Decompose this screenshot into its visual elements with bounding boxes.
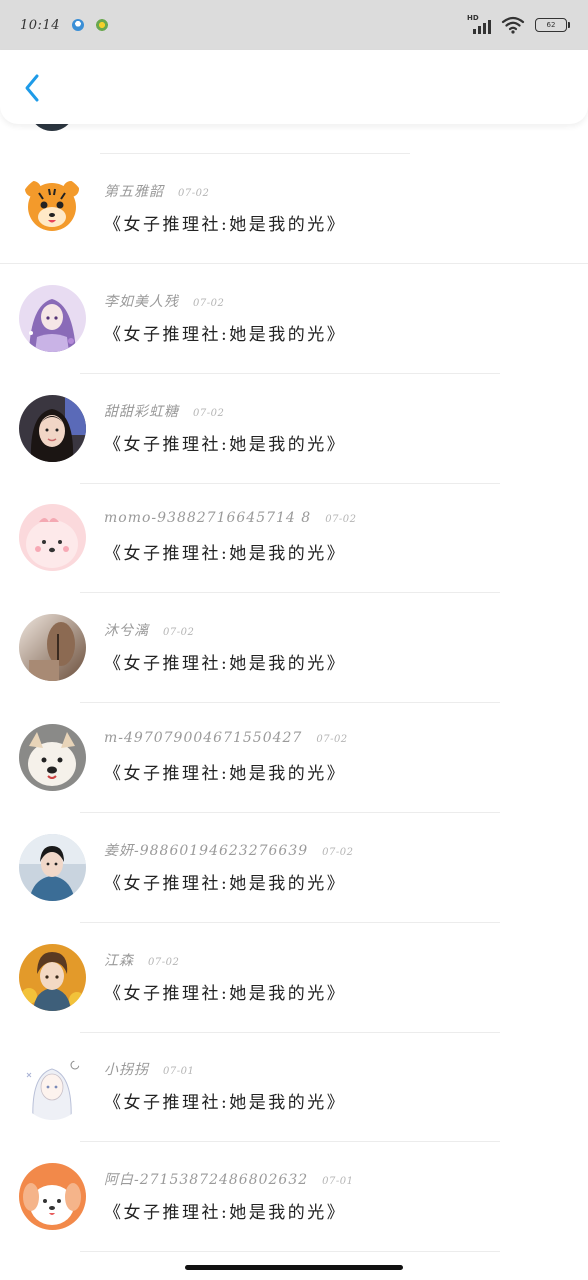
user-name-text[interactable]: 甜甜彩虹糖 [104,404,179,420]
user-name[interactable]: m-497079004671550427 07-02 [104,730,348,746]
avatar[interactable] [19,175,86,242]
date-label: 07-02 [316,734,348,745]
user-name[interactable]: 阿白-27153872486802632 07-01 [104,1169,353,1189]
user-name-text[interactable]: 阿白-27153872486802632 [104,1172,308,1188]
user-name-text[interactable]: 第五雅韶 [104,184,164,200]
user-name[interactable]: momo-93882716645714 8 07-02 [104,510,357,526]
book-title: 《女子推理社:她是我的光》 [104,215,347,235]
avatar[interactable] [19,504,86,571]
user-name[interactable]: 江森 07-02 [104,950,179,970]
book-title: 《女子推理社:她是我的光》 [104,764,347,784]
avatar[interactable] [19,614,86,681]
book-title: 《女子推理社:她是我的光》 [104,325,347,345]
list-item[interactable]: 李如美人残 07-02 《女子推理社:她是我的光》 [0,265,588,375]
user-name-text[interactable]: m-497079004671550427 [104,730,302,746]
user-name[interactable]: 李如美人残 07-02 [104,291,224,311]
date-label: 07-02 [163,627,195,638]
user-name-text[interactable]: momo-93882716645714 8 [104,510,311,526]
list-item[interactable]: 小拐拐 07-01 《女子推理社:她是我的光》 [0,1033,588,1143]
date-label: 07-02 [148,957,180,968]
user-name[interactable]: 沐兮漓 07-02 [104,620,194,640]
date-label: 07-02 [193,408,225,419]
book-title: 《女子推理社:她是我的光》 [104,544,347,564]
top-nav-bar [0,50,588,124]
user-name-text[interactable]: 李如美人残 [104,294,179,310]
divider [80,1251,500,1252]
date-label: 07-02 [325,514,357,525]
user-name-text[interactable]: 沐兮漓 [104,623,149,639]
chevron-left-icon [25,74,39,102]
home-indicator[interactable] [185,1265,403,1270]
divider [100,153,410,154]
list-item[interactable]: 第五雅韶 07-02 《女子推理社:她是我的光》 [0,155,588,265]
date-label: 07-01 [322,1176,354,1187]
user-name[interactable]: 小拐拐 07-01 [104,1059,194,1079]
book-title: 《女子推理社:她是我的光》 [104,874,347,894]
divider [80,812,500,813]
user-name[interactable]: 甜甜彩虹糖 07-02 [104,401,224,421]
avatar[interactable] [19,944,86,1011]
book-title: 《女子推理社:她是我的光》 [104,1093,347,1113]
date-label: 07-02 [322,847,354,858]
list-item[interactable]: 阿白-27153872486802632 07-01 《女子推理社:她是我的光》 [0,1143,588,1253]
avatar[interactable] [19,1053,86,1120]
list-item[interactable]: m-497079004671550427 07-02 《女子推理社:她是我的光》 [0,704,588,814]
list-item[interactable]: 沐兮漓 07-02 《女子推理社:她是我的光》 [0,594,588,704]
book-title: 《女子推理社:她是我的光》 [104,1203,347,1223]
book-title: 《女子推理社:她是我的光》 [104,984,347,1004]
divider [80,1141,500,1142]
avatar[interactable] [19,834,86,901]
list-item[interactable]: 甜甜彩虹糖 07-02 《女子推理社:她是我的光》 [0,375,588,485]
list-item[interactable]: 江森 07-02 《女子推理社:她是我的光》 [0,924,588,1034]
avatar[interactable] [19,1163,86,1230]
date-label: 07-01 [163,1066,195,1077]
avatar[interactable] [19,285,86,352]
divider [80,922,500,923]
user-name-text[interactable]: 江森 [104,953,134,969]
user-name-text[interactable]: 姜妍-98860194623276639 [104,843,308,859]
back-button[interactable] [14,70,50,106]
user-name[interactable]: 姜妍-98860194623276639 07-02 [104,840,353,860]
divider [0,263,588,264]
avatar[interactable] [19,724,86,791]
user-name-text[interactable]: 小拐拐 [104,1062,149,1078]
book-title: 《女子推理社:她是我的光》 [104,654,347,674]
divider [80,592,500,593]
divider [80,702,500,703]
comment-list: 第五雅韶 07-02 《女子推理社:她是我的光》 李如美人残 07-02 《女子推理社:她… [0,0,588,1280]
user-name[interactable]: 第五雅韶 07-02 [104,181,209,201]
list-item[interactable]: momo-93882716645714 8 07-02 《女子推理社:她是我的光》 [0,484,588,594]
date-label: 07-02 [193,298,225,309]
list-item[interactable]: 姜妍-98860194623276639 07-02 《女子推理社:她是我的光》 [0,814,588,924]
divider [80,373,500,374]
book-title: 《女子推理社:她是我的光》 [104,435,347,455]
avatar[interactable] [19,395,86,462]
date-label: 07-02 [178,188,210,199]
